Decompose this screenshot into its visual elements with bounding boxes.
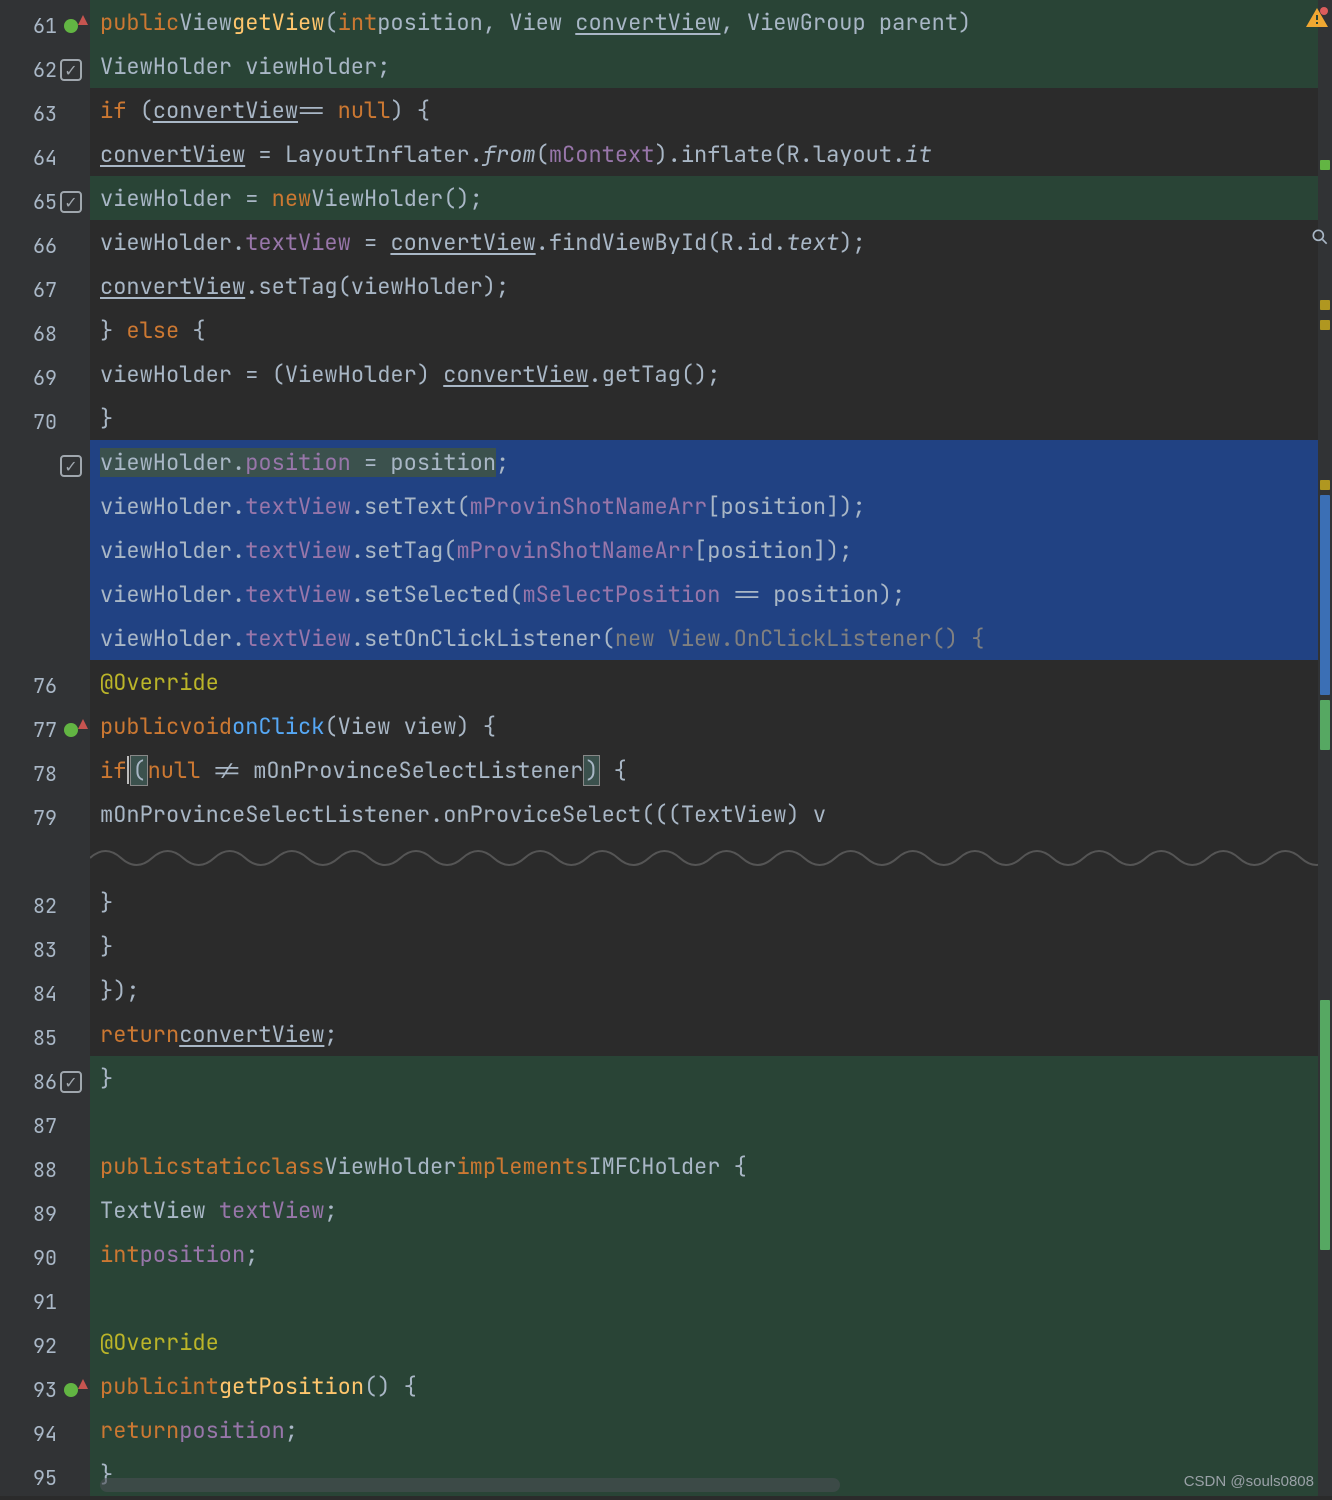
line-number: 94 (27, 1421, 57, 1447)
line-number: 85 (27, 1025, 57, 1051)
stripe-mark (1320, 300, 1330, 310)
magnifier-icon[interactable] (1310, 225, 1330, 245)
line-number: 90 (27, 1245, 57, 1271)
code-line[interactable]: convertView.setTag(viewHolder); (90, 264, 1332, 308)
code-line[interactable]: public int getPosition() { (90, 1364, 1332, 1408)
code-line[interactable]: } else { (90, 308, 1332, 352)
code-line[interactable]: } (90, 396, 1332, 440)
code-line[interactable]: ViewHolder viewHolder; (90, 44, 1332, 88)
warning-icon[interactable] (1305, 6, 1329, 30)
stripe-mark (1320, 1000, 1330, 1250)
override-icon[interactable] (64, 1383, 78, 1397)
diff-checkbox-icon[interactable]: ✓ (60, 59, 82, 81)
horizontal-scrollbar[interactable] (100, 1478, 840, 1492)
code-line[interactable] (90, 1276, 1332, 1320)
line-number: 68 (27, 321, 57, 347)
code-line[interactable]: public View getView(int position, View c… (90, 0, 1332, 44)
override-icon[interactable] (64, 19, 78, 33)
line-number: 62 (27, 57, 57, 83)
line-number: 82 (27, 893, 57, 919)
stripe-mark (1320, 160, 1330, 170)
line-number: 93 (27, 1377, 57, 1403)
code-line[interactable]: viewHolder.position = position; (90, 440, 1332, 484)
code-line[interactable]: viewHolder.textView.setOnClickListener(n… (90, 616, 1332, 660)
code-line[interactable]: } (90, 1056, 1332, 1100)
code-line[interactable]: public static class ViewHolder implement… (90, 1144, 1332, 1188)
override-icon[interactable] (64, 723, 78, 737)
code-line[interactable]: return position; (90, 1408, 1332, 1452)
code-line[interactable]: } (90, 924, 1332, 968)
line-number: 89 (27, 1201, 57, 1227)
diff-checkbox-icon[interactable]: ✓ (60, 191, 82, 213)
code-line[interactable]: int position; (90, 1232, 1332, 1276)
code-line[interactable]: viewHolder.textView.setSelected(mSelectP… (90, 572, 1332, 616)
line-number: 79 (27, 805, 57, 831)
code-line[interactable]: @Override (90, 1320, 1332, 1364)
code-line[interactable]: return convertView; (90, 1012, 1332, 1056)
code-line[interactable]: }); (90, 968, 1332, 1012)
line-number: 88 (27, 1157, 57, 1183)
line-number: 91 (27, 1289, 57, 1315)
stripe-mark (1320, 495, 1330, 695)
code-line[interactable]: viewHolder.textView = convertView.findVi… (90, 220, 1332, 264)
code-line[interactable]: if (convertView == null) { (90, 88, 1332, 132)
code-line[interactable]: TextView textView; (90, 1188, 1332, 1232)
line-number: 67 (27, 277, 57, 303)
code-line[interactable]: viewHolder.textView.setTag(mProvinShotNa… (90, 528, 1332, 572)
code-line[interactable]: viewHolder.textView.setText(mProvinShotN… (90, 484, 1332, 528)
line-number: 61 (27, 13, 57, 39)
line-number: 83 (27, 937, 57, 963)
stripe-mark (1320, 320, 1330, 330)
line-number: 78 (27, 761, 57, 787)
line-number: 66 (27, 233, 57, 259)
stripe-mark (1320, 480, 1330, 490)
code-line[interactable]: public void onClick(View view) { (90, 704, 1332, 748)
code-line[interactable] (90, 1100, 1332, 1144)
code-line[interactable]: mOnProvinceSelectListener.onProviceSelec… (90, 792, 1332, 836)
code-line[interactable]: if (null != mOnProvinceSelectListener) { (90, 748, 1332, 792)
stripe-mark (1320, 700, 1330, 750)
code-line[interactable]: viewHolder = (ViewHolder) convertView.ge… (90, 352, 1332, 396)
code-line[interactable]: convertView = LayoutInflater.from(mConte… (90, 132, 1332, 176)
line-number: 84 (27, 981, 57, 1007)
line-number: 86 (27, 1069, 57, 1095)
line-number: 69 (27, 365, 57, 391)
watermark: CSDN @souls0808 (1184, 1473, 1314, 1490)
line-number: 76 (27, 673, 57, 699)
line-number: 87 (27, 1113, 57, 1139)
code-editor[interactable]: 6162✓636465✓6667686970✓76777879828384858… (0, 0, 1332, 1496)
code-line[interactable]: viewHolder = new ViewHolder(); (90, 176, 1332, 220)
line-number: 65 (27, 189, 57, 215)
code-fold-divider[interactable] (90, 836, 1332, 880)
code-area[interactable]: public View getView(int position, View c… (90, 0, 1332, 1496)
diff-checkbox-icon[interactable]: ✓ (60, 1071, 82, 1093)
line-number: 70 (27, 409, 57, 435)
line-number: 64 (27, 145, 57, 171)
line-number: 77 (27, 717, 57, 743)
line-number: 95 (27, 1465, 57, 1491)
line-number: 63 (27, 101, 57, 127)
gutter: 6162✓636465✓6667686970✓76777879828384858… (0, 0, 90, 1496)
code-line[interactable]: } (90, 880, 1332, 924)
line-number: 92 (27, 1333, 57, 1359)
code-line[interactable]: @Override (90, 660, 1332, 704)
diff-checkbox-icon[interactable]: ✓ (60, 455, 82, 477)
